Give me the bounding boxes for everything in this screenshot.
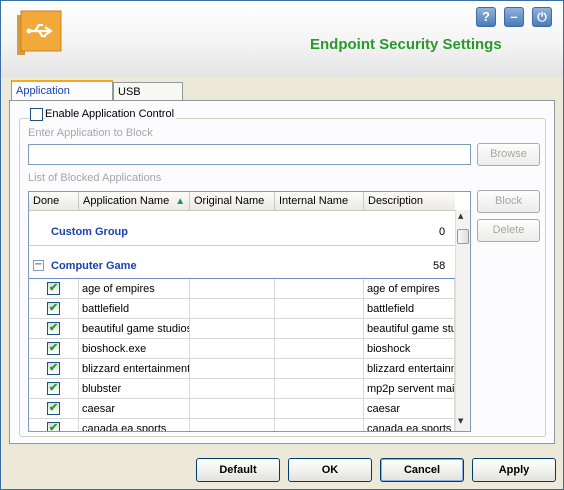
description-cell: bioshock bbox=[364, 339, 455, 359]
internal-name-cell bbox=[275, 339, 364, 359]
application-name-cell: bioshock.exe bbox=[79, 339, 190, 359]
original-name-cell bbox=[190, 339, 275, 359]
done-checkbox[interactable]: ✔ bbox=[47, 282, 60, 295]
table-row[interactable]: ✔ age of empires age of empires bbox=[29, 279, 455, 299]
power-icon[interactable]: ⏻ bbox=[532, 7, 552, 27]
internal-name-cell bbox=[275, 379, 364, 399]
column-header-application-name[interactable]: Application Name ▲ bbox=[79, 192, 190, 210]
application-name-cell: age of empires bbox=[79, 279, 190, 299]
sort-up-arrow-icon: ▲ bbox=[175, 196, 186, 207]
internal-name-cell bbox=[275, 319, 364, 339]
table-row[interactable]: ✔ bioshock.exe bioshock bbox=[29, 339, 455, 359]
browse-button[interactable]: Browse bbox=[477, 143, 540, 166]
block-button[interactable]: Block bbox=[477, 190, 540, 213]
done-checkbox[interactable]: ✔ bbox=[47, 362, 60, 375]
done-checkbox[interactable]: ✔ bbox=[47, 342, 60, 355]
done-checkbox[interactable]: ✔ bbox=[47, 402, 60, 415]
window-title: Endpoint Security Settings bbox=[310, 36, 502, 53]
original-name-cell bbox=[190, 379, 275, 399]
column-header-original-name[interactable]: Original Name bbox=[190, 192, 275, 210]
application-name-cell: blubster bbox=[79, 379, 190, 399]
description-cell: caesar bbox=[364, 399, 455, 419]
cancel-button[interactable]: Cancel bbox=[380, 458, 464, 482]
description-cell: age of empires bbox=[364, 279, 455, 299]
header-banner: Endpoint Security Settings ? – ⏻ bbox=[1, 1, 563, 77]
internal-name-cell bbox=[275, 359, 364, 379]
internal-name-cell bbox=[275, 419, 364, 431]
table-row[interactable]: ✔ blubster mp2p servent mair bbox=[29, 379, 455, 399]
help-icon[interactable]: ? bbox=[476, 7, 496, 27]
enable-application-control-checkbox[interactable] bbox=[30, 108, 43, 121]
table-scrollbar[interactable]: ▲ ▼ bbox=[455, 210, 470, 431]
group-name: Computer Game bbox=[51, 260, 137, 272]
column-header-internal-name[interactable]: Internal Name bbox=[275, 192, 364, 210]
original-name-cell bbox=[190, 359, 275, 379]
application-name-cell: battlefield bbox=[79, 299, 190, 319]
table-header: Done Application Name ▲ Original Name In… bbox=[29, 192, 455, 211]
application-name-cell: blizzard entertainment bbox=[79, 359, 190, 379]
done-checkbox[interactable]: ✔ bbox=[47, 322, 60, 335]
group-count: 0 bbox=[439, 226, 446, 238]
done-checkbox[interactable]: ✔ bbox=[47, 302, 60, 315]
minimize-icon[interactable]: – bbox=[504, 7, 524, 27]
description-cell: battlefield bbox=[364, 299, 455, 319]
description-cell: canada ea sports bbox=[364, 419, 455, 431]
description-cell: beautiful game stu bbox=[364, 319, 455, 339]
usb-logo-icon bbox=[17, 10, 62, 55]
delete-button[interactable]: Delete bbox=[477, 219, 540, 242]
apply-button[interactable]: Apply bbox=[472, 458, 556, 482]
table-row[interactable]: ✔ blizzard entertainment blizzard entert… bbox=[29, 359, 455, 379]
description-cell: blizzard entertainm bbox=[364, 359, 455, 379]
internal-name-cell bbox=[275, 279, 364, 299]
blocked-applications-table: Done Application Name ▲ Original Name In… bbox=[28, 191, 471, 432]
original-name-cell bbox=[190, 399, 275, 419]
table-row[interactable]: ✔ beautiful game studios beautiful game … bbox=[29, 319, 455, 339]
column-header-done[interactable]: Done bbox=[29, 192, 79, 210]
ok-button[interactable]: OK bbox=[288, 458, 372, 482]
description-cell: mp2p servent mair bbox=[364, 379, 455, 399]
scroll-up-arrow-icon[interactable]: ▲ bbox=[458, 212, 463, 220]
done-checkbox[interactable]: ✔ bbox=[47, 382, 60, 395]
application-name-cell: beautiful game studios bbox=[79, 319, 190, 339]
group-name: Custom Group bbox=[51, 226, 128, 238]
group-count: 58 bbox=[433, 260, 446, 272]
table-row[interactable]: ✔ battlefield battlefield bbox=[29, 299, 455, 319]
settings-window: Endpoint Security Settings ? – ⏻ Applica… bbox=[0, 0, 564, 490]
original-name-cell bbox=[190, 319, 275, 339]
original-name-cell bbox=[190, 279, 275, 299]
table-row[interactable]: ✔ caesar caesar bbox=[29, 399, 455, 419]
original-name-cell bbox=[190, 419, 275, 431]
column-header-description[interactable]: Description bbox=[364, 192, 455, 210]
application-name-cell: canada ea sports bbox=[79, 419, 190, 431]
table-row[interactable]: ✔ canada ea sports canada ea sports bbox=[29, 419, 455, 431]
tab-usb-control[interactable]: USB Control bbox=[113, 82, 183, 116]
default-button[interactable]: Default bbox=[196, 458, 280, 482]
application-name-cell: caesar bbox=[79, 399, 190, 419]
scrollbar-thumb[interactable] bbox=[457, 229, 469, 244]
tab-application-control[interactable]: Application Control bbox=[11, 80, 113, 115]
application-input[interactable] bbox=[28, 144, 471, 165]
done-checkbox[interactable]: ✔ bbox=[47, 422, 60, 431]
collapse-group-icon[interactable]: − bbox=[33, 260, 44, 271]
enter-application-label: Enter Application to Block bbox=[28, 127, 153, 139]
internal-name-cell bbox=[275, 399, 364, 419]
enable-application-control-label: Enable Application Control bbox=[45, 108, 177, 120]
column-header-application-name-label: Application Name bbox=[83, 195, 170, 207]
scroll-down-arrow-icon[interactable]: ▼ bbox=[458, 417, 463, 425]
blocked-list-label: List of Blocked Applications bbox=[28, 172, 162, 184]
internal-name-cell bbox=[275, 299, 364, 319]
original-name-cell bbox=[190, 299, 275, 319]
